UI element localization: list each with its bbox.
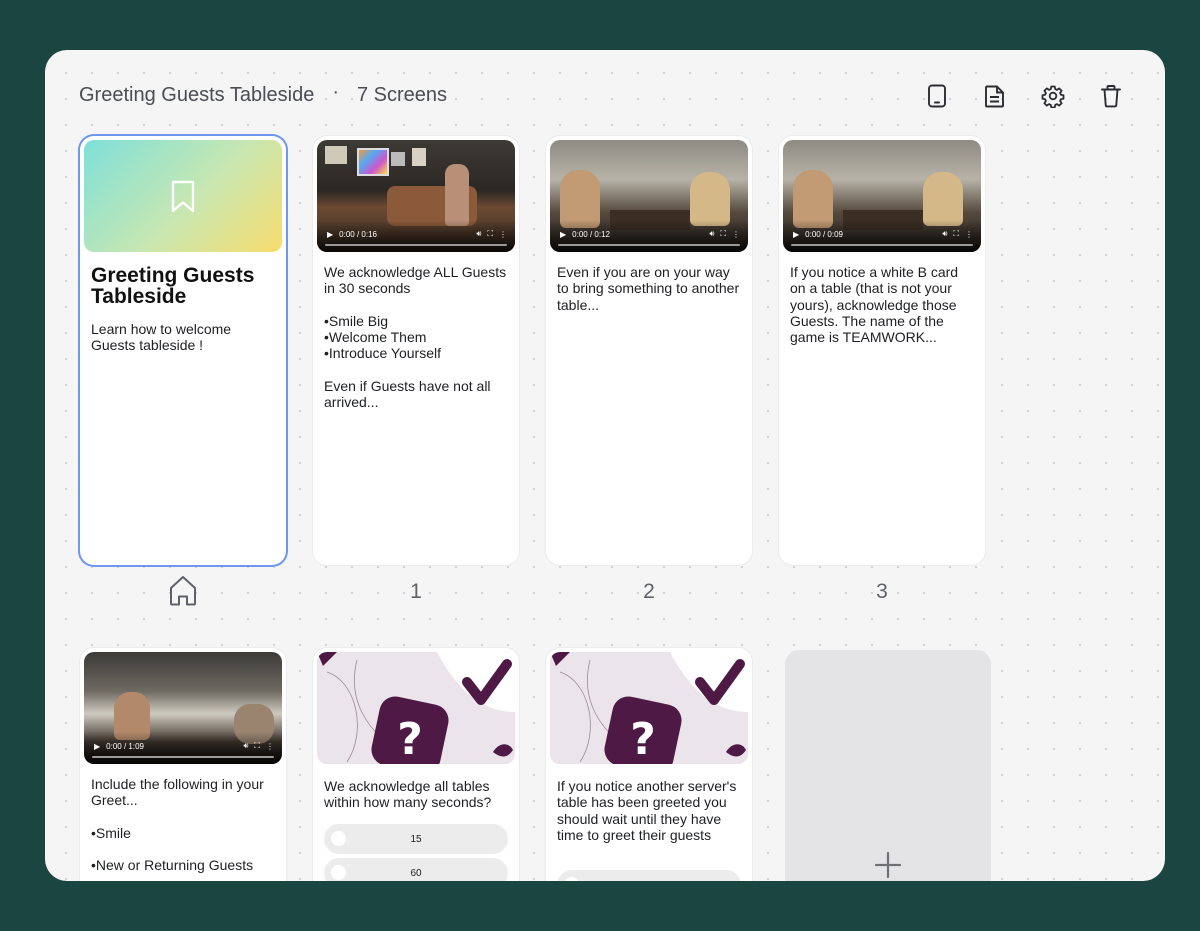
- video-time: 0:00 / 0:09: [805, 229, 843, 239]
- video-progress[interactable]: [558, 244, 740, 246]
- question-mark-icon: ?: [550, 652, 748, 764]
- screen-text: If you notice a white B card on a table …: [790, 264, 959, 346]
- video-thumbnail[interactable]: ▶ 0:00 / 0:12 🔊︎ ⛶ ⋮: [550, 140, 748, 252]
- fullscreen-icon[interactable]: ⛶: [487, 229, 493, 239]
- document-icon[interactable]: [981, 82, 1009, 110]
- home-icon: [170, 576, 196, 606]
- cover-title: Greeting Guests Tableside: [91, 264, 255, 308]
- add-screen-button[interactable]: [785, 650, 991, 881]
- screen-card[interactable]: ? If you notice another server's table h…: [546, 648, 752, 881]
- video-time: 0:00 / 0:12: [572, 229, 610, 239]
- quiz-thumbnail: ?: [317, 652, 515, 764]
- answer-option[interactable]: [557, 870, 741, 881]
- volume-icon[interactable]: 🔊︎: [476, 229, 481, 239]
- screen-card[interactable]: ▶ 0:00 / 1:09 🔊︎ ⛶ ⋮ Include the followi…: [80, 648, 286, 881]
- fullscreen-icon[interactable]: ⛶: [953, 229, 959, 239]
- screen-text: Include the following in your Greet... •…: [91, 776, 264, 874]
- video-thumbnail[interactable]: ▶ 0:00 / 0:09 🔊︎ ⛶ ⋮: [783, 140, 981, 252]
- video-time: 0:00 / 0:16: [339, 229, 377, 239]
- question-mark-icon: ?: [317, 652, 515, 764]
- video-thumbnail[interactable]: ▶ 0:00 / 0:16 🔊︎ ⛶ ⋮: [317, 140, 515, 252]
- volume-icon[interactable]: 🔊︎: [942, 229, 947, 239]
- radio-button[interactable]: [564, 877, 579, 881]
- screen-card[interactable]: ▶ 0:00 / 0:12 🔊︎ ⛶ ⋮ Even if you are on …: [546, 136, 752, 565]
- lesson-title: Greeting Guests Tableside: [79, 84, 315, 106]
- quiz-thumbnail: ?: [550, 652, 748, 764]
- question-text: We acknowledge all tables within how man…: [324, 778, 492, 811]
- cover-card[interactable]: Greeting Guests Tableside Learn how to w…: [80, 136, 286, 565]
- video-thumbnail[interactable]: ▶ 0:00 / 1:09 🔊︎ ⛶ ⋮: [84, 652, 282, 764]
- trash-icon[interactable]: [1097, 82, 1125, 110]
- radio-button[interactable]: [331, 831, 346, 846]
- radio-button[interactable]: [331, 865, 346, 880]
- fullscreen-icon[interactable]: ⛶: [720, 229, 726, 239]
- video-progress[interactable]: [92, 756, 274, 758]
- option-label: 60: [410, 867, 422, 879]
- header-separator: ·: [332, 80, 339, 103]
- phone-preview-icon[interactable]: [923, 82, 951, 110]
- fullscreen-icon[interactable]: ⛶: [254, 741, 260, 751]
- svg-text:?: ?: [397, 714, 423, 764]
- play-icon[interactable]: ▶: [793, 230, 799, 239]
- cover-thumbnail: [84, 140, 282, 252]
- screen-text: We acknowledge ALL Guests in 30 seconds …: [324, 264, 507, 411]
- video-progress[interactable]: [791, 244, 973, 246]
- volume-icon[interactable]: 🔊︎: [709, 229, 714, 239]
- plus-icon: [874, 851, 902, 879]
- video-controls[interactable]: ▶ 0:00 / 0:16 🔊︎ ⛶ ⋮: [327, 229, 507, 239]
- lesson-header: Greeting Guests Tableside · 7 Screens: [79, 80, 448, 107]
- screen-number: 1: [410, 580, 422, 603]
- video-progress[interactable]: [325, 244, 507, 246]
- more-icon[interactable]: ⋮: [965, 230, 973, 239]
- answer-option[interactable]: 60: [324, 858, 508, 881]
- screen-card[interactable]: ? We acknowledge all tables within how m…: [313, 648, 519, 881]
- more-icon[interactable]: ⋮: [266, 742, 274, 751]
- toolbar: [923, 82, 1125, 110]
- screen-card[interactable]: ▶ 0:00 / 0:09 🔊︎ ⛶ ⋮ If you notice a whi…: [779, 136, 985, 565]
- cover-description: Learn how to welcome Guests tableside !: [91, 321, 232, 354]
- screens-count: 7 Screens: [357, 84, 448, 106]
- screen-card[interactable]: ▶ 0:00 / 0:16 🔊︎ ⛶ ⋮ We acknowledge ALL …: [313, 136, 519, 565]
- video-controls[interactable]: ▶ 0:00 / 0:12 🔊︎ ⛶ ⋮: [560, 229, 740, 239]
- home-label[interactable]: [80, 574, 286, 612]
- screens-panel: Greeting Guests Tableside · 7 Screens Gr…: [45, 50, 1165, 881]
- option-label: 15: [410, 833, 422, 845]
- svg-text:?: ?: [630, 714, 656, 764]
- bookmark-icon: [171, 180, 195, 213]
- gear-icon[interactable]: [1039, 82, 1067, 110]
- question-text: If you notice another server's table has…: [557, 778, 737, 843]
- more-icon[interactable]: ⋮: [499, 230, 507, 239]
- screen-number: 2: [643, 580, 655, 603]
- screen-number: 3: [876, 580, 888, 603]
- more-icon[interactable]: ⋮: [732, 230, 740, 239]
- play-icon[interactable]: ▶: [94, 742, 100, 751]
- volume-icon[interactable]: 🔊︎: [243, 741, 248, 751]
- video-time: 0:00 / 1:09: [106, 741, 144, 751]
- video-controls[interactable]: ▶ 0:00 / 1:09 🔊︎ ⛶ ⋮: [94, 741, 274, 751]
- video-controls[interactable]: ▶ 0:00 / 0:09 🔊︎ ⛶ ⋮: [793, 229, 973, 239]
- answer-option[interactable]: 15: [324, 824, 508, 854]
- play-icon[interactable]: ▶: [327, 230, 333, 239]
- play-icon[interactable]: ▶: [560, 230, 566, 239]
- screen-text: Even if you are on your way to bring som…: [557, 264, 740, 313]
